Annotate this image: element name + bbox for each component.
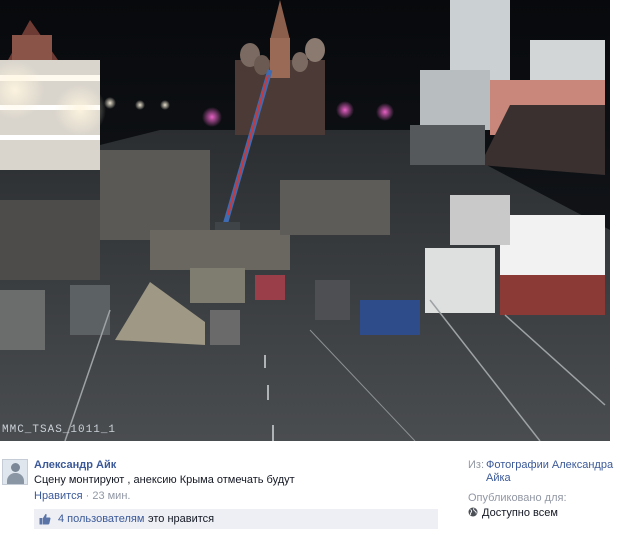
from-label: Из: [468, 459, 485, 471]
comment-text: Сцену монтируют , анексию Крыма отмечать… [34, 474, 295, 486]
camera-label: MMC_TSAS_1011_1 [2, 424, 117, 436]
published-label: Опубликовано для: [468, 492, 567, 504]
likes-bar: 4 пользователям это нравится [34, 509, 438, 529]
avatar-head [11, 463, 20, 472]
comment-meta: Нравится · 23 мин. [34, 490, 130, 502]
avatar-body [7, 473, 24, 484]
like-button[interactable]: Нравится [34, 490, 83, 502]
red-square-night-scene [0, 0, 610, 441]
photo-edge [610, 0, 620, 441]
comment-time[interactable]: 23 мин. [92, 490, 130, 502]
thumbs-up-icon [39, 513, 51, 525]
album-link[interactable]: Фотографии Александра Айка [486, 459, 616, 485]
comment-author-link[interactable]: Александр Айк [34, 459, 116, 471]
audience-label: Доступно всем [482, 507, 558, 519]
avatar[interactable] [2, 459, 28, 485]
globe-icon [468, 507, 478, 517]
photo[interactable]: MMC_TSAS_1011_1 [0, 0, 610, 441]
meta-separator: · [82, 490, 93, 502]
audience-selector[interactable]: Доступно всем [468, 507, 558, 519]
likes-count-link[interactable]: 4 пользователям [58, 513, 144, 525]
comment-block: Александр Айк Сцену монтируют , анексию … [0, 441, 620, 535]
likes-suffix: это нравится [148, 513, 215, 525]
